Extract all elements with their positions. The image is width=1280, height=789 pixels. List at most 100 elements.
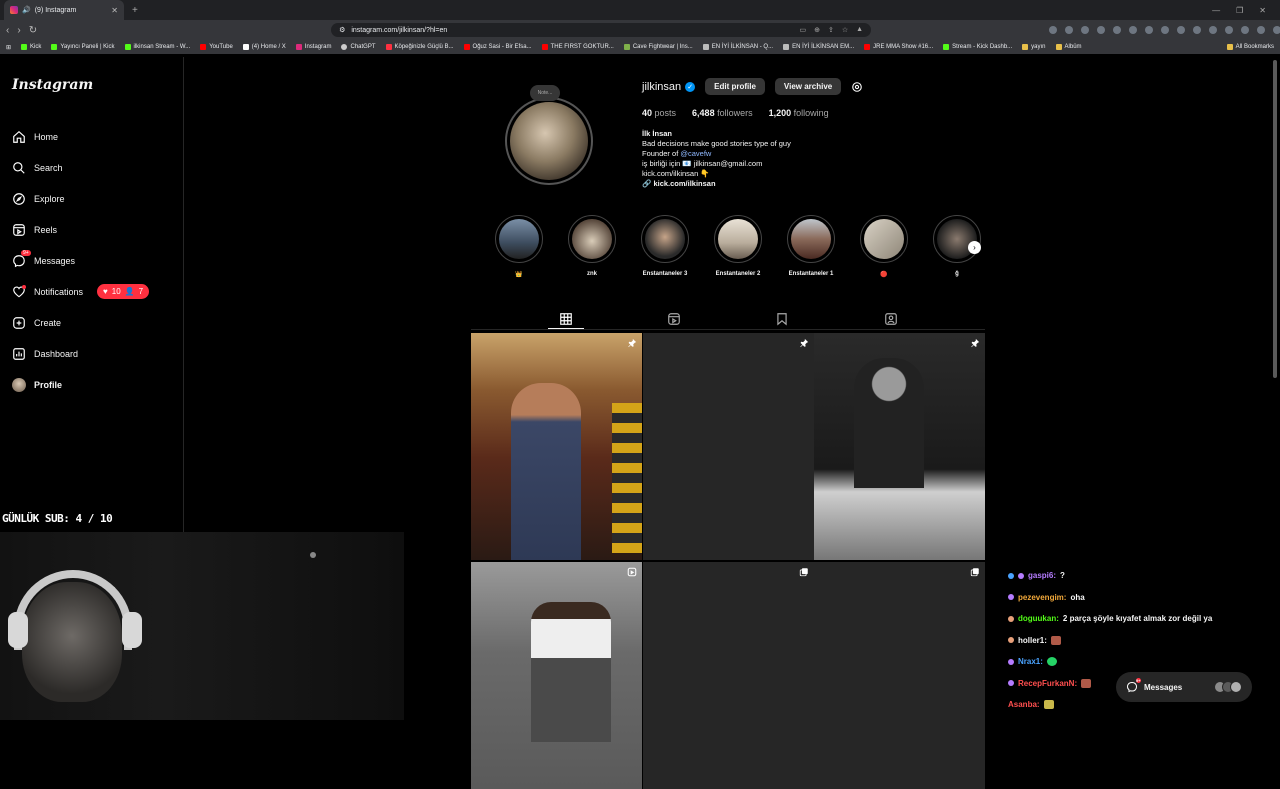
sidebar-item-profile[interactable]: Profile bbox=[12, 369, 149, 400]
sidebar-item-search[interactable]: Search bbox=[12, 152, 149, 183]
bookmark-item[interactable]: YouTube bbox=[200, 44, 233, 50]
edit-profile-button[interactable]: Edit profile bbox=[705, 78, 765, 95]
close-tab-icon[interactable]: ✕ bbox=[111, 6, 118, 15]
highlight-item[interactable]: 👑 bbox=[494, 215, 544, 278]
sidebar-item-messages[interactable]: 9+ Messages bbox=[12, 245, 149, 276]
bookmark-item[interactable]: Oğuz Sasi - Bir Efsa... bbox=[463, 44, 532, 50]
founder-mention-link[interactable]: @cavefw bbox=[680, 149, 711, 158]
bookmark-folder[interactable]: yayın bbox=[1022, 44, 1046, 50]
extension-icon[interactable] bbox=[1273, 26, 1280, 34]
notification-counts-pill[interactable]: ♥ 10 👤 7 bbox=[97, 284, 150, 299]
page-scrollbar[interactable] bbox=[1273, 60, 1277, 378]
reels-tab-icon[interactable] bbox=[667, 312, 681, 326]
chat-message: doguukan: 2 parça şöyle kıyafet almak zo… bbox=[1008, 608, 1268, 630]
followers-stat[interactable]: 6,488 followers bbox=[692, 108, 753, 118]
extension-icon[interactable] bbox=[1177, 26, 1186, 34]
extension-icon[interactable] bbox=[1049, 26, 1058, 34]
browser-tab[interactable]: 🔊 (9) Instagram ✕ bbox=[4, 0, 124, 20]
settings-gear-icon[interactable] bbox=[851, 81, 863, 93]
sidebar-item-create[interactable]: Create bbox=[12, 307, 149, 338]
site-info-icon[interactable]: ⚙ bbox=[339, 26, 345, 34]
all-bookmarks-folder[interactable]: All Bookmarks bbox=[1226, 44, 1274, 50]
view-archive-button[interactable]: View archive bbox=[774, 78, 842, 95]
highlight-item[interactable]: Enstantaneler 3 bbox=[640, 215, 690, 278]
following-stat[interactable]: 1,200 following bbox=[769, 108, 829, 118]
avatar bbox=[1230, 681, 1242, 693]
bookmark-item[interactable]: Cave Fightwear | Ins... bbox=[623, 44, 693, 50]
forward-icon[interactable]: › bbox=[17, 25, 20, 36]
note-bubble[interactable]: Note... bbox=[530, 85, 560, 101]
post-thumbnail[interactable] bbox=[471, 333, 642, 560]
close-window-icon[interactable]: ✕ bbox=[1259, 6, 1266, 15]
extension-icon[interactable] bbox=[1081, 26, 1090, 34]
bookmark-item[interactable]: EN İYİ İLKİNSAN EM... bbox=[783, 44, 854, 50]
posts-grid-tab-icon[interactable] bbox=[559, 312, 573, 326]
chat-message: holler1: bbox=[1008, 630, 1268, 652]
extension-icon[interactable] bbox=[1241, 26, 1250, 34]
bookmark-item[interactable]: Stream - Kick Dashb... bbox=[943, 44, 1012, 50]
bookmark-folder[interactable]: Albüm bbox=[1055, 44, 1082, 50]
bookmark-item[interactable]: Yayıncı Paneli | Kick bbox=[51, 44, 115, 50]
bookmark-item[interactable]: Instagram bbox=[295, 44, 331, 50]
sidebar-item-dashboard[interactable]: Dashboard bbox=[12, 338, 149, 369]
extension-icon[interactable] bbox=[1145, 26, 1154, 34]
post-thumbnail[interactable] bbox=[814, 562, 985, 789]
cast-icon[interactable]: ▭ bbox=[799, 26, 806, 34]
carousel-icon bbox=[799, 568, 808, 577]
bookmark-item[interactable]: Kick bbox=[21, 44, 41, 50]
saved-tab-icon[interactable] bbox=[775, 312, 789, 326]
post-thumbnail[interactable] bbox=[643, 562, 814, 789]
bookmark-item[interactable]: THE FIRST GOKTUR... bbox=[541, 44, 614, 50]
sidebar-item-reels[interactable]: Reels bbox=[12, 214, 149, 245]
bookmark-item[interactable]: ilkinsan Stream - W... bbox=[124, 44, 190, 50]
highlight-item[interactable]: Enstantaneler 2 bbox=[713, 215, 763, 278]
sidebar-item-home[interactable]: Home bbox=[12, 121, 149, 152]
bookmark-item[interactable]: ChatGPT bbox=[341, 44, 376, 50]
post-thumbnail[interactable] bbox=[471, 562, 642, 789]
highlight-item[interactable]: Enstantaneler 1 bbox=[786, 215, 836, 278]
reload-icon[interactable]: ↻ bbox=[29, 25, 37, 36]
highlight-item[interactable]: 🔴 bbox=[859, 215, 909, 278]
brave-shield-icon[interactable]: ▲ bbox=[856, 26, 863, 34]
post-thumbnail[interactable] bbox=[643, 333, 814, 560]
extension-icon[interactable] bbox=[1129, 26, 1138, 34]
tagged-tab-icon[interactable] bbox=[884, 312, 898, 326]
sidebar-item-explore[interactable]: Explore bbox=[12, 183, 149, 214]
post-thumbnail[interactable] bbox=[814, 333, 985, 560]
highlights-next-button[interactable]: › bbox=[968, 241, 981, 254]
chat-username: pezevengim: bbox=[1018, 592, 1067, 602]
extension-icon[interactable] bbox=[1193, 26, 1202, 34]
minimize-icon[interactable]: — bbox=[1212, 6, 1220, 15]
floating-messages-button[interactable]: 9+ Messages bbox=[1116, 672, 1252, 702]
share-icon[interactable]: ⇪ bbox=[828, 26, 834, 34]
bio-external-link[interactable]: 🔗 kick.com/ilkinsan bbox=[642, 179, 791, 189]
bookmark-item[interactable]: (4) Home / X bbox=[242, 44, 286, 50]
maximize-icon[interactable]: ❐ bbox=[1236, 6, 1243, 15]
back-icon[interactable]: ‹ bbox=[6, 25, 9, 36]
new-tab-button[interactable]: + bbox=[132, 5, 138, 16]
extension-icon[interactable] bbox=[1097, 26, 1106, 34]
highlight-item[interactable]: znk bbox=[567, 215, 617, 278]
sub-badge-icon bbox=[1008, 594, 1014, 601]
bookmark-star-icon[interactable]: ☆ bbox=[842, 26, 848, 34]
bookmark-item[interactable]: EN İYİ İLKİNSAN - Q... bbox=[702, 44, 773, 50]
bookmark-item[interactable]: JRE MMA Show #16... bbox=[864, 44, 933, 50]
bookmark-item[interactable]: Köpeğinizle Güçlü B... bbox=[385, 44, 454, 50]
extension-icon[interactable] bbox=[1113, 26, 1122, 34]
zoom-icon[interactable]: ⊕ bbox=[814, 26, 820, 34]
extension-icon[interactable] bbox=[1161, 26, 1170, 34]
url-input[interactable]: ⚙ instagram.com/jilkinsan/?hl=en ▭ ⊕ ⇪ ☆… bbox=[331, 23, 872, 37]
profile-picture[interactable] bbox=[505, 97, 593, 185]
youtube-icon bbox=[864, 44, 871, 50]
active-tab-indicator bbox=[548, 328, 584, 329]
apps-icon[interactable]: ⊞ bbox=[6, 44, 11, 51]
profile-stats: 40 posts 6,488 followers 1,200 following bbox=[642, 108, 829, 118]
extension-icon[interactable] bbox=[1225, 26, 1234, 34]
extension-icon[interactable] bbox=[1209, 26, 1218, 34]
sidebar-item-notifications[interactable]: Notifications ♥ 10 👤 7 bbox=[12, 276, 150, 307]
heart-filled-icon: ♥ bbox=[103, 287, 108, 296]
extension-icon[interactable] bbox=[1065, 26, 1074, 34]
instagram-logo[interactable]: Instagram bbox=[12, 77, 93, 93]
story-highlights: 👑 znk Enstantaneler 3 Enstantaneler 2 En… bbox=[494, 215, 982, 278]
extension-icon[interactable] bbox=[1257, 26, 1266, 34]
